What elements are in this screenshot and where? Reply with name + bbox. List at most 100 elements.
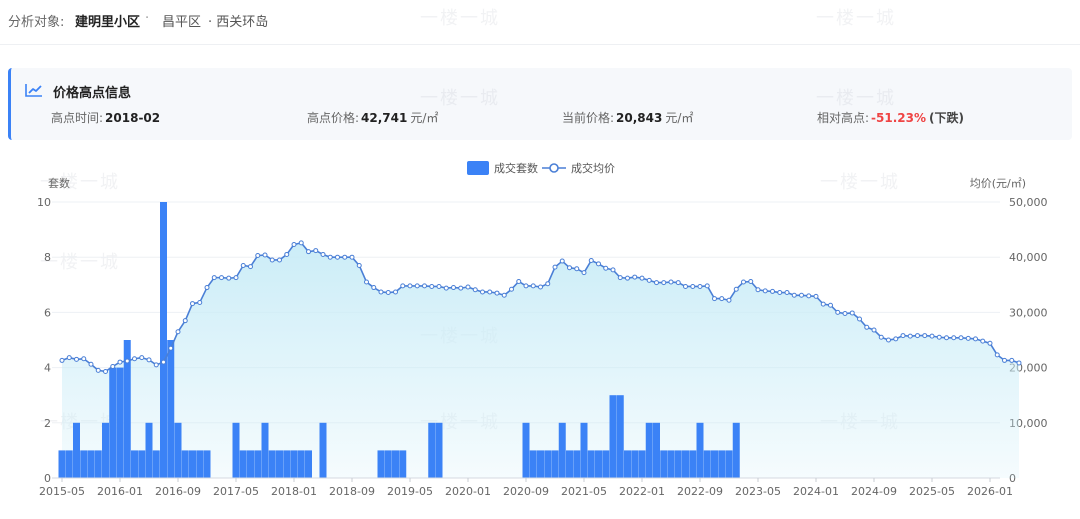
- peak-price-label: 高点价格:: [307, 111, 360, 125]
- price-point: [813, 293, 819, 299]
- volume-bar: [254, 450, 262, 478]
- price-point: [929, 333, 935, 339]
- left-axis-title: 套数: [48, 177, 70, 190]
- volume-bar: [181, 450, 189, 478]
- price-point: [871, 327, 877, 333]
- price-point: [523, 283, 529, 289]
- price-point: [835, 309, 841, 315]
- x-tick-label: 2024-09: [851, 485, 897, 498]
- price-point: [907, 333, 913, 339]
- volume-bar: [689, 450, 697, 478]
- price-point: [559, 258, 565, 264]
- relative-stat: 相对高点: -51.23% (下跌): [817, 109, 964, 126]
- price-point: [828, 302, 833, 308]
- x-tick-label: 2016-01: [97, 485, 143, 498]
- volume-bar: [239, 450, 247, 478]
- price-point: [313, 248, 319, 254]
- price-point: [770, 288, 775, 294]
- community-name[interactable]: 建明里小区: [75, 11, 140, 30]
- x-tick-label: 2024-01: [793, 485, 839, 498]
- price-point: [146, 357, 152, 363]
- volume-bar: [290, 450, 298, 478]
- peak-time-value: 2018-02: [105, 111, 161, 125]
- volume-bar: [616, 395, 624, 478]
- price-point: [915, 333, 920, 339]
- price-point: [646, 277, 652, 283]
- peak-price-stat: 高点价格: 42,741 元/㎡: [307, 109, 438, 126]
- price-point: [88, 361, 94, 367]
- price-point: [132, 356, 137, 362]
- price-point: [277, 257, 282, 263]
- price-point: [356, 262, 362, 268]
- price-point: [661, 280, 667, 286]
- volume-bar: [268, 450, 276, 478]
- price-point: [1009, 357, 1015, 363]
- volume-bar: [595, 450, 602, 478]
- price-point: [712, 296, 717, 302]
- volume-bar: [696, 422, 704, 478]
- volume-bar: [196, 450, 204, 478]
- price-point: [530, 283, 536, 289]
- price-point: [110, 364, 116, 369]
- volume-bar: [131, 450, 138, 478]
- trend-chart-icon: [25, 84, 42, 97]
- price-point: [422, 283, 427, 289]
- price-point: [298, 240, 304, 246]
- x-tick-label: 2020-01: [445, 485, 491, 498]
- price-point: [465, 284, 471, 290]
- price-point: [168, 345, 174, 351]
- price-point: [777, 290, 783, 296]
- volume-bar: [174, 422, 182, 478]
- volume-bar: [203, 450, 211, 478]
- price-point: [748, 278, 754, 284]
- price-point: [255, 253, 261, 259]
- volume-bar: [276, 450, 283, 478]
- legend-bar-label: 成交套数: [494, 161, 538, 175]
- price-point: [762, 288, 768, 294]
- price-point: [443, 285, 449, 291]
- price-point: [95, 367, 101, 373]
- price-point: [820, 301, 826, 307]
- x-tick-label: 2017-05: [213, 485, 259, 498]
- price-point: [211, 275, 217, 281]
- price-point: [284, 251, 290, 257]
- price-point: [588, 258, 594, 264]
- volume-bar: [544, 450, 552, 478]
- price-point: [190, 301, 195, 307]
- volume-bar: [58, 450, 66, 478]
- price-point: [683, 283, 688, 289]
- right-tick-label: 50,000: [1009, 196, 1048, 209]
- x-tick-label: 2022-09: [677, 485, 723, 498]
- peak-info-card: 价格高点信息 高点时间: 2018-02 高点价格: 42,741 元/㎡ 当前价格:…: [8, 68, 1072, 140]
- volume-bar: [297, 450, 305, 478]
- price-point: [124, 358, 130, 364]
- volume-bar: [718, 450, 726, 478]
- price-point: [878, 334, 884, 340]
- price-point: [226, 275, 232, 281]
- price-point: [973, 336, 978, 342]
- volume-bar: [624, 450, 631, 478]
- volume-bar: [145, 422, 153, 478]
- price-point: [182, 318, 188, 324]
- header-bar: 分析对象: 建明里小区 · 昌平区 · 西关环岛: [0, 0, 1080, 45]
- price-point: [487, 289, 493, 295]
- right-tick-label: 40,000: [1009, 251, 1048, 264]
- x-tick-label: 2023-05: [735, 485, 781, 498]
- volume-bar: [711, 450, 718, 478]
- price-point: [625, 275, 630, 281]
- price-point: [291, 242, 297, 247]
- price-point: [726, 297, 732, 303]
- district-name: 昌平区: [162, 15, 202, 30]
- volume-bar: [319, 422, 327, 478]
- analysis-object-label: 分析对象:: [8, 15, 65, 30]
- volume-bar: [399, 450, 407, 478]
- volume-bar: [428, 422, 436, 478]
- volume-bar: [551, 450, 559, 478]
- volume-bar: [645, 422, 653, 478]
- volume-bar: [435, 422, 443, 478]
- volume-bar: [566, 450, 573, 478]
- price-point: [733, 286, 739, 292]
- price-point: [675, 280, 681, 286]
- price-point: [719, 296, 725, 302]
- relative-hint: (下跌): [929, 111, 964, 125]
